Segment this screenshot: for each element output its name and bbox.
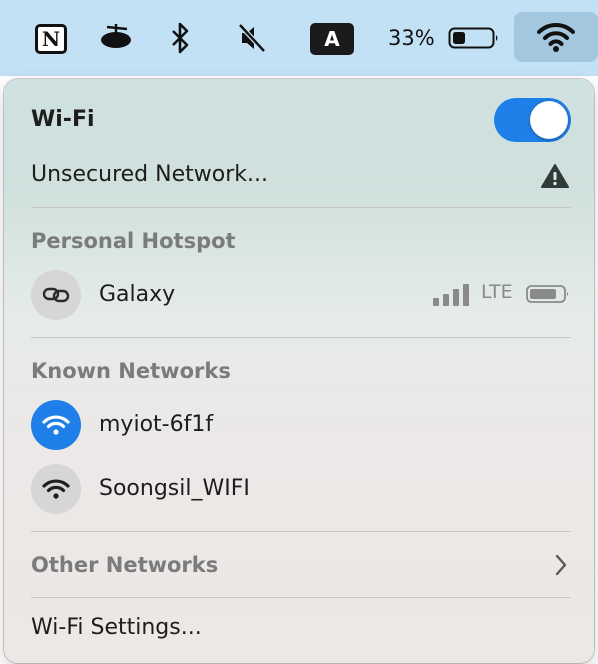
bowl-icon[interactable] — [99, 20, 135, 56]
wifi-toggle[interactable] — [494, 98, 571, 142]
known-network-soongsil[interactable]: Soongsil_WIFI — [4, 461, 594, 517]
wifi-icon — [31, 464, 81, 514]
chevron-right-icon[interactable] — [553, 553, 569, 577]
divider — [31, 597, 571, 598]
wifi-icon — [31, 400, 81, 450]
input-source-letter: A — [324, 27, 340, 51]
other-networks-row[interactable]: Other Networks — [4, 541, 594, 591]
notion-icon[interactable]: N — [35, 24, 67, 54]
notion-letter: N — [41, 27, 61, 51]
menu-bar: N A 33% — [0, 0, 598, 76]
link-icon — [31, 270, 81, 320]
known-networks-header: Known Networks — [31, 359, 231, 383]
known-network-myiot[interactable]: myiot-6f1f — [4, 397, 594, 453]
personal-hotspot-header: Personal Hotspot — [31, 229, 236, 253]
divider — [31, 207, 571, 208]
network-type-label: LTE — [481, 281, 513, 303]
input-source-icon[interactable]: A — [310, 23, 354, 55]
signal-bars-icon — [433, 284, 469, 306]
mute-icon[interactable] — [234, 20, 270, 56]
divider — [31, 531, 571, 532]
wifi-dropdown-panel: Wi-Fi Unsecured Network... Personal Hots… — [4, 79, 594, 663]
panel-title: Wi-Fi — [31, 107, 95, 132]
wifi-menu-icon[interactable] — [514, 12, 598, 62]
battery-icon[interactable] — [448, 26, 500, 50]
divider — [31, 337, 571, 338]
bluetooth-icon[interactable] — [164, 20, 196, 56]
wifi-settings-link[interactable]: Wi-Fi Settings... — [31, 615, 202, 640]
network-name: Soongsil_WIFI — [99, 476, 250, 501]
warning-icon — [541, 164, 569, 188]
hotspot-battery-icon — [526, 285, 569, 303]
hotspot-name: Galaxy — [99, 282, 176, 307]
battery-percent: 33% — [388, 26, 435, 50]
toggle-knob — [530, 101, 568, 139]
network-name: myiot-6f1f — [99, 412, 214, 437]
other-networks-label: Other Networks — [31, 553, 219, 577]
current-network[interactable]: Unsecured Network... — [31, 162, 268, 187]
